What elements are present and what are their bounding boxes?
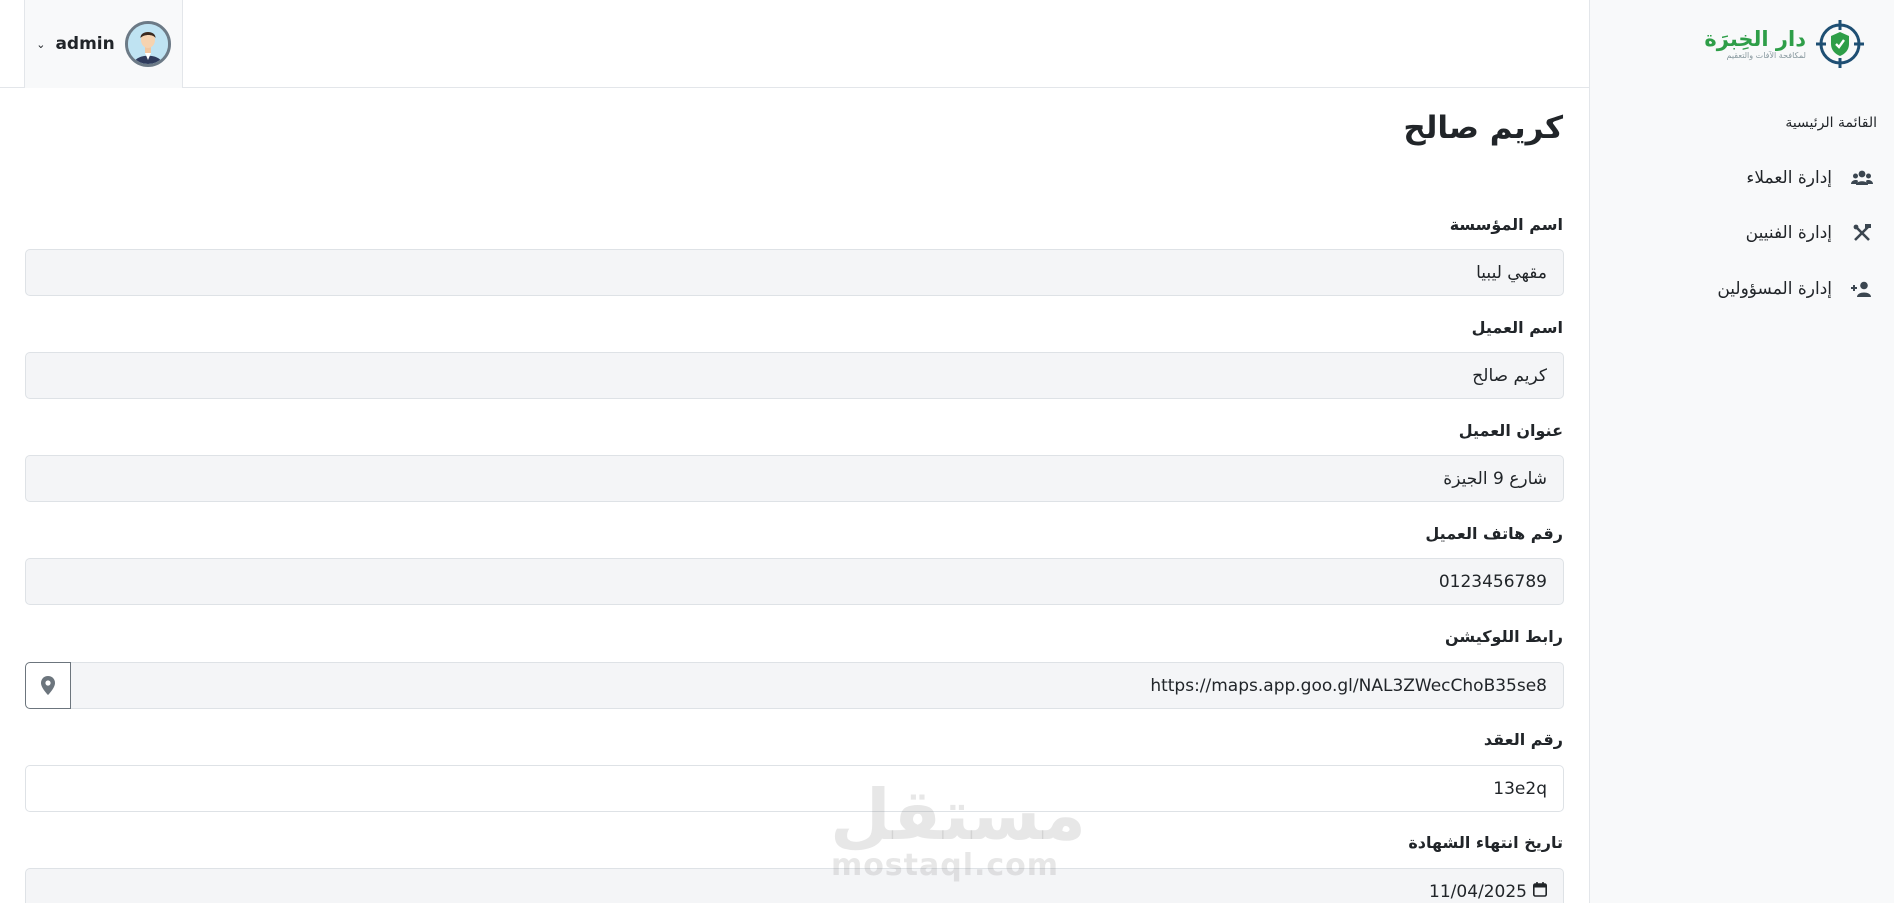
client-phone-label: رقم هاتف العميل bbox=[1425, 524, 1563, 543]
brand-name: دار الخِبرَة bbox=[1704, 27, 1806, 51]
contract-number-label: رقم العقد bbox=[1483, 730, 1563, 749]
sidebar-item-admins[interactable]: إدارة المسؤولين bbox=[1589, 269, 1894, 309]
user-plus-icon bbox=[1850, 277, 1874, 301]
map-pin-icon bbox=[41, 676, 55, 695]
sidebar-item-technicians[interactable]: إدارة الفنيين bbox=[1589, 213, 1894, 253]
avatar bbox=[124, 21, 171, 67]
certificate-expiry-label: تاريخ انتهاء الشهادة bbox=[1408, 833, 1563, 852]
location-link-label: رابط اللوكيشن bbox=[1445, 627, 1563, 646]
top-header: ⌄ admin bbox=[0, 0, 1589, 88]
user-name: admin bbox=[55, 34, 115, 54]
brand-text: دار الخِبرَة لمكافحة الآفات والتعقيم bbox=[1704, 27, 1806, 61]
date-value-wrap: 11/04/2025 bbox=[1429, 881, 1547, 902]
sidebar-item-clients[interactable]: إدارة العملاء bbox=[1589, 158, 1894, 198]
certificate-expiry-value: 11/04/2025 bbox=[1429, 881, 1527, 902]
certificate-expiry-field[interactable]: 11/04/2025 bbox=[25, 868, 1564, 903]
client-address-field[interactable]: شارع 9 الجيزة bbox=[25, 455, 1564, 502]
brand-logo[interactable]: دار الخِبرَة لمكافحة الآفات والتعقيم bbox=[1704, 18, 1866, 70]
user-menu[interactable]: ⌄ admin bbox=[24, 0, 183, 88]
client-phone-field[interactable]: 0123456789 bbox=[25, 558, 1564, 605]
chevron-down-icon: ⌄ bbox=[36, 37, 46, 51]
menu-heading: القائمة الرئيسية bbox=[1785, 115, 1877, 131]
client-address-label: عنوان العميل bbox=[1458, 421, 1563, 440]
open-location-button[interactable] bbox=[25, 662, 71, 709]
calendar-icon[interactable] bbox=[1533, 881, 1547, 902]
users-icon bbox=[1850, 166, 1874, 190]
tools-icon bbox=[1850, 221, 1874, 245]
sidebar-item-label: إدارة المسؤولين bbox=[1717, 279, 1832, 299]
brand-shield-icon bbox=[1816, 20, 1864, 68]
brand-tagline: لمكافحة الآفات والتعقيم bbox=[1726, 51, 1806, 60]
page-title: كريم صالح bbox=[1403, 110, 1563, 146]
institution-label: اسم المؤسسة bbox=[1449, 215, 1563, 234]
sidebar: دار الخِبرَة لمكافحة الآفات والتعقيم الق… bbox=[1589, 0, 1894, 903]
sidebar-item-label: إدارة الفنيين bbox=[1745, 223, 1832, 243]
client-name-field[interactable]: كريم صالح bbox=[25, 352, 1564, 399]
location-link-field[interactable]: https://maps.app.goo.gl/NAL3ZWecChoB35se… bbox=[70, 662, 1564, 709]
client-name-label: اسم العميل bbox=[1471, 318, 1563, 337]
sidebar-item-label: إدارة العملاء bbox=[1746, 168, 1832, 188]
contract-number-field[interactable]: 13e2q bbox=[25, 765, 1564, 812]
institution-field[interactable]: مقهي ليبيا bbox=[25, 249, 1564, 296]
